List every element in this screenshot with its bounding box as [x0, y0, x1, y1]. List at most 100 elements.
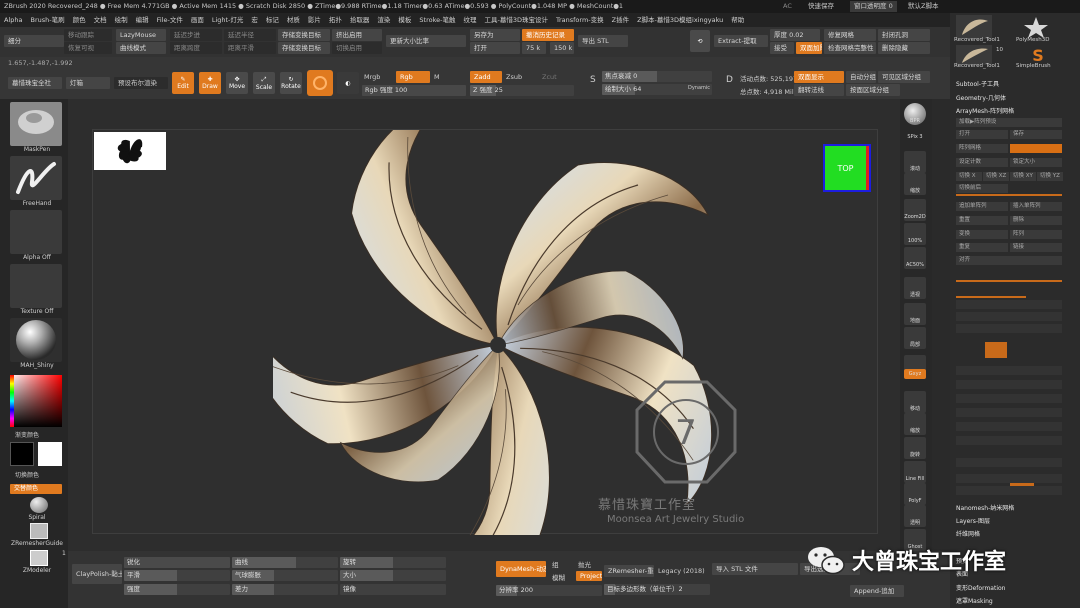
scale-mode-button[interactable]: ⤢ Scale [253, 72, 275, 94]
nanomesh-header[interactable]: Nanomesh-纳米网格 [956, 504, 1062, 513]
switch-color-button[interactable]: 切换颜色 [0, 470, 64, 479]
polish-group-button[interactable]: 按面区域分组 [846, 84, 900, 96]
arraymesh-slider[interactable] [956, 458, 1062, 467]
menu-item[interactable]: 模板 [398, 16, 411, 24]
restore-visible-button[interactable]: 恢复可视 [64, 42, 112, 54]
menu-item[interactable]: Z插件 [612, 16, 629, 24]
arraymesh-control[interactable]: 重复 [956, 243, 1008, 252]
menu-item[interactable]: 绘制 [115, 16, 128, 24]
thickness-slider[interactable]: 厚度 0.02 [770, 29, 820, 41]
append-button[interactable]: Append-追加 [850, 585, 904, 597]
open-button[interactable]: 打开 [470, 42, 520, 54]
shelf-button[interactable]: BPR [904, 103, 926, 125]
secondary-color-swatch[interactable] [38, 442, 62, 466]
legacy-toggle[interactable]: Legacy (2018) [658, 567, 705, 575]
auto-group-button[interactable]: 自动分组 [846, 71, 876, 83]
color-picker-square[interactable] [10, 375, 62, 427]
lazymouse-button[interactable]: LazyMouse [116, 29, 166, 41]
arraymesh-control[interactable]: 保存 [1010, 130, 1062, 139]
store-morph-button-2[interactable]: 存储变换目标 [278, 42, 330, 54]
claypolish-button[interactable]: ClayPolish-黏土 [72, 564, 122, 584]
quicksave-button[interactable]: 快速保存 [808, 0, 834, 13]
sharpen-slider[interactable]: 锐化 [124, 557, 230, 568]
decimate-150k-button[interactable]: 150 k [550, 42, 574, 54]
polish-toggle[interactable]: 抛光 [578, 559, 591, 569]
smooth-slider[interactable]: 平滑 [124, 570, 230, 581]
geometry-header[interactable]: Geometry-几何体 [956, 94, 1062, 103]
menu-item[interactable]: File-文件 [157, 16, 183, 24]
menu-item[interactable]: 颜色 [73, 16, 86, 24]
arraymesh-control[interactable]: 删除 [1010, 216, 1062, 225]
export-stl-button[interactable]: 导出 STL [578, 35, 628, 47]
target-polycount-slider[interactable]: 目标多边形数（单位千）2 [604, 584, 710, 595]
z-intensity-slider[interactable]: Z 强度 25 [470, 85, 574, 96]
arraymesh-toggle-on[interactable] [1010, 144, 1062, 153]
tool-thumb-2[interactable] [1022, 15, 1050, 39]
group-toggle[interactable]: 组 [552, 559, 559, 569]
shelf-button[interactable]: 100% [904, 223, 926, 245]
menu-item[interactable]: 工具-墓惜3D珠宝设计 [484, 16, 548, 24]
arraymesh-slider[interactable] [956, 394, 1062, 403]
undo-history-button[interactable]: 撤消历史记录 [522, 29, 574, 41]
curve-mode-button[interactable]: 曲线模式 [116, 42, 166, 54]
size-slider[interactable]: 大小 [340, 570, 446, 581]
extrude-enable-button[interactable]: 挤出启用 [332, 29, 382, 41]
tool-thumb-4[interactable]: S [1026, 45, 1050, 65]
mirror-slider[interactable]: 镜像 [340, 584, 446, 595]
menu-item[interactable]: 编辑 [136, 16, 149, 24]
arraymesh-control[interactable]: 阵列 [1010, 230, 1062, 239]
tool-thumb-3[interactable] [956, 45, 992, 65]
shelf-button[interactable]: 透明 [904, 505, 926, 527]
flip-normals-button[interactable]: 翻转法线 [794, 84, 844, 96]
menu-item[interactable]: 材质 [287, 16, 300, 24]
visible-group-button[interactable]: 可见区域分组 [878, 71, 930, 83]
arraymesh-control[interactable]: 打开 [956, 130, 1008, 139]
cycle-icon[interactable]: ⟲ [690, 30, 710, 52]
focal-shift-slider[interactable]: 焦点衰减 0 [602, 71, 712, 82]
zcut-button[interactable]: Zcut [542, 73, 557, 81]
arraymesh-control[interactable]: 切换 YZ [1037, 172, 1063, 181]
shelf-button[interactable]: AC50% [904, 247, 926, 269]
shelf-button[interactable]: 地面 [904, 303, 926, 325]
delete-hidden-button[interactable]: 删除隐藏 [878, 42, 930, 54]
menu-item[interactable]: Alpha [4, 16, 22, 24]
close-holes-button[interactable]: 封闭孔洞 [878, 29, 930, 41]
arraymesh-slider[interactable] [956, 422, 1062, 431]
menu-item[interactable]: 影片 [308, 16, 321, 24]
primary-color-swatch[interactable] [10, 442, 34, 466]
document-canvas[interactable]: TOP 7 [92, 129, 878, 535]
update-size-ratio-button[interactable]: 更新大小比率 [386, 35, 466, 47]
zadd-button[interactable]: Zadd [470, 71, 502, 83]
lazy-radius-slider[interactable]: 延迟半径 [224, 29, 276, 41]
arraymesh-control[interactable]: 链接 [1010, 243, 1062, 252]
repair-mesh-button[interactable]: 修复网格 [824, 29, 876, 41]
zmodeler-icon[interactable] [30, 550, 48, 566]
default-script-button[interactable]: 默认Z脚本 [908, 0, 938, 13]
arraymesh-control[interactable]: 切换前后 [956, 184, 1008, 193]
shelf-button[interactable]: 移动 [904, 391, 926, 413]
tool-thumb-1[interactable] [956, 15, 992, 39]
store-morph-button[interactable]: 存储变换目标 [278, 29, 330, 41]
arraymesh-slider[interactable] [956, 324, 1062, 333]
arraymesh-slider[interactable] [956, 380, 1062, 389]
shelf-button[interactable]: 透视 [904, 277, 926, 299]
slider-indicator[interactable] [985, 342, 1007, 358]
ac-indicator[interactable]: AC [783, 0, 792, 13]
shelf-button[interactable]: 缩放 [904, 173, 926, 195]
lazy-step-slider[interactable]: 延迟步进 [170, 29, 222, 41]
menu-item[interactable]: Light-灯光 [212, 16, 244, 24]
menu-transparency-slider[interactable]: 窗口透明度 0 [850, 1, 897, 12]
subdivide-button[interactable]: 细分 [4, 35, 64, 47]
arraymesh-control[interactable]: 切换 X [956, 172, 982, 181]
arraymesh-control[interactable]: 重置 [956, 216, 1008, 225]
material-thumbnail[interactable] [10, 318, 62, 362]
preset-render-button[interactable]: 预设布尔渲染 [114, 77, 168, 89]
shelf-button[interactable]: 滚动 [904, 151, 926, 173]
menu-item[interactable]: 宏 [251, 16, 258, 24]
slider-indicator[interactable] [956, 194, 1062, 196]
arraymesh-control[interactable]: 锁定大小 [1010, 158, 1062, 167]
save-as-button[interactable]: 另存为 [470, 29, 520, 41]
menu-item[interactable]: Brush-笔刷 [30, 16, 64, 24]
mrgb-button[interactable]: Mrgb [364, 73, 380, 81]
menu-item[interactable]: Z脚本-墓惜3D模组ixingyaku [637, 16, 723, 24]
